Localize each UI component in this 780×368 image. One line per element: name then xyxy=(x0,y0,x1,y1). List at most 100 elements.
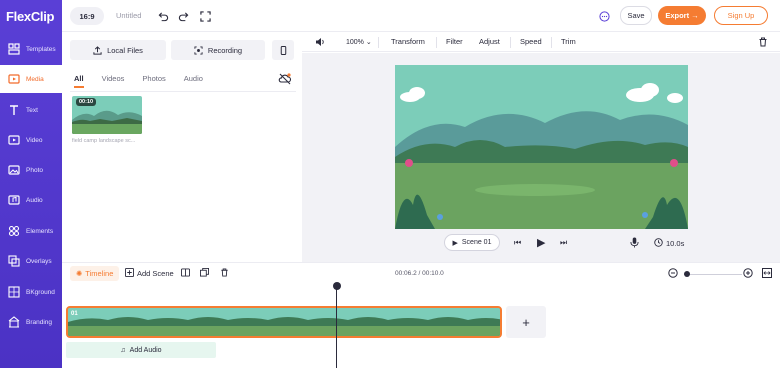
chat-help-icon[interactable] xyxy=(597,9,611,23)
tab-audio[interactable]: Audio xyxy=(184,74,203,86)
transform-button[interactable]: Transform xyxy=(391,37,425,46)
top-bar: 16:9 Untitled Save Export → Sign Up xyxy=(62,0,780,32)
clip-number: 01 xyxy=(71,311,78,317)
media-panel: Local Files Recording All Videos Photos … xyxy=(62,33,302,262)
fullscreen-icon[interactable] xyxy=(198,9,212,23)
video-icon xyxy=(7,133,21,147)
trash-icon[interactable] xyxy=(220,268,229,277)
microphone-icon[interactable] xyxy=(630,237,639,250)
project-title[interactable]: Untitled xyxy=(116,11,141,20)
play-small-icon: ▶ xyxy=(452,239,458,247)
timeline-time: 00:06.2 / 00:10.0 xyxy=(395,270,444,277)
tab-videos[interactable]: Videos xyxy=(102,74,125,86)
filter-button[interactable]: Filter xyxy=(446,37,463,46)
sidebar-item-branding[interactable]: Branding xyxy=(0,308,62,336)
recording-icon xyxy=(194,45,203,55)
tab-photos[interactable]: Photos xyxy=(142,74,165,86)
duplicate-icon[interactable] xyxy=(200,268,209,277)
sidebar-item-elements[interactable]: Elements xyxy=(0,217,62,245)
play-icon[interactable]: ▶ xyxy=(537,236,545,249)
sidebar-item-label: Branding xyxy=(26,318,53,326)
export-button[interactable]: Export → xyxy=(658,6,706,25)
sidebar-item-photo[interactable]: Photo xyxy=(0,156,62,184)
timeline-label: Timeline xyxy=(85,269,114,278)
sidebar: FlexClip Templates Media Text Video Phot… xyxy=(0,0,62,368)
next-scene-icon[interactable]: ⏭ xyxy=(560,238,567,248)
mobile-upload-button[interactable] xyxy=(272,40,294,60)
tabs-divider xyxy=(70,91,296,92)
cloud-off-icon[interactable] xyxy=(278,72,292,86)
preview-area: ▶ Scene 01 ⏮ ▶ ⏭ 10.0s xyxy=(302,53,780,262)
phone-icon xyxy=(280,45,286,55)
add-scene-button[interactable]: Add Scene xyxy=(125,268,174,279)
redo-icon[interactable] xyxy=(176,9,190,23)
add-scene-label: Add Scene xyxy=(137,269,174,278)
duration-control[interactable]: 10.0s xyxy=(654,238,684,249)
sidebar-item-background[interactable]: BKground xyxy=(0,278,62,306)
playhead-handle[interactable] xyxy=(332,282,341,290)
sidebar-item-label: Elements xyxy=(26,227,54,235)
timeline-area: 01 + ♫ Add Audio xyxy=(62,284,780,368)
speed-button[interactable]: Speed xyxy=(520,37,542,46)
music-note-icon: ♫ xyxy=(120,346,126,354)
previous-scene-icon[interactable]: ⏮ xyxy=(514,238,521,248)
landscape-scene-image xyxy=(395,65,688,229)
chevron-down-icon: ⌄ xyxy=(365,39,372,46)
edit-toolbar: 100% ⌄ Transform Filter Adjust Speed Tri… xyxy=(302,33,780,52)
upload-icon xyxy=(93,45,102,55)
playhead-line[interactable] xyxy=(336,284,337,368)
sidebar-item-label: Photo xyxy=(26,166,43,174)
zoom-slider-handle[interactable] xyxy=(684,271,690,277)
timeline-tab[interactable]: ✺ Timeline xyxy=(70,266,120,281)
recording-label: Recording xyxy=(207,45,243,55)
delete-icon[interactable] xyxy=(758,37,768,49)
flexclip-logo[interactable]: FlexClip xyxy=(6,9,54,24)
local-files-button[interactable]: Local Files xyxy=(70,40,166,60)
sidebar-item-templates[interactable]: Templates xyxy=(0,35,62,63)
clock-icon xyxy=(654,238,663,249)
sidebar-item-audio[interactable]: Audio xyxy=(0,186,62,214)
zoom-select[interactable]: 100% ⌄ xyxy=(346,38,372,46)
add-audio-button[interactable]: ♫ Add Audio xyxy=(66,342,216,358)
tab-all[interactable]: All xyxy=(74,74,84,88)
recording-button[interactable]: Recording xyxy=(171,40,265,60)
undo-icon[interactable] xyxy=(156,9,170,23)
sidebar-item-text[interactable]: Text xyxy=(0,96,62,124)
zoom-value: 100% xyxy=(346,39,364,46)
text-icon xyxy=(7,103,21,117)
branding-icon xyxy=(7,315,21,329)
duration-badge: 00:10 xyxy=(76,98,97,106)
media-item-name: field camp landscape sc... xyxy=(72,138,136,144)
adjust-button[interactable]: Adjust xyxy=(479,37,500,46)
toolbar-divider xyxy=(378,37,379,48)
sidebar-item-video[interactable]: Video xyxy=(0,126,62,154)
aspect-ratio-button[interactable]: 16:9 xyxy=(70,7,104,25)
timeline-zoom-slider[interactable] xyxy=(684,274,742,275)
scene-clip-track[interactable]: 01 xyxy=(66,306,502,338)
video-preview[interactable] xyxy=(395,65,688,229)
sidebar-item-media[interactable]: Media xyxy=(0,65,62,93)
duration-value: 10.0s xyxy=(666,239,685,248)
templates-icon xyxy=(7,42,21,56)
photo-icon xyxy=(7,163,21,177)
media-icon xyxy=(7,72,21,86)
background-icon xyxy=(7,285,21,299)
media-thumbnail[interactable]: 00:10 xyxy=(72,96,142,134)
sign-up-button[interactable]: Sign Up xyxy=(714,6,768,25)
add-scene-plus-button[interactable]: + xyxy=(506,306,546,338)
zoom-in-icon[interactable] xyxy=(743,268,753,278)
scene-selector[interactable]: ▶ Scene 01 xyxy=(444,234,500,251)
sidebar-item-overlays[interactable]: Overlays xyxy=(0,247,62,275)
media-tabs: All Videos Photos Audio xyxy=(74,74,221,88)
audio-icon xyxy=(7,193,21,207)
local-files-label: Local Files xyxy=(107,45,143,55)
split-icon[interactable] xyxy=(181,268,190,277)
trim-button[interactable]: Trim xyxy=(561,37,576,46)
toolbar-divider xyxy=(436,37,437,48)
volume-icon[interactable] xyxy=(315,37,325,49)
sidebar-item-label: Overlays xyxy=(26,257,52,265)
fit-timeline-icon[interactable] xyxy=(762,268,772,278)
sidebar-item-label: BKground xyxy=(26,288,55,296)
zoom-out-icon[interactable] xyxy=(668,268,678,278)
save-button[interactable]: Save xyxy=(620,6,652,25)
